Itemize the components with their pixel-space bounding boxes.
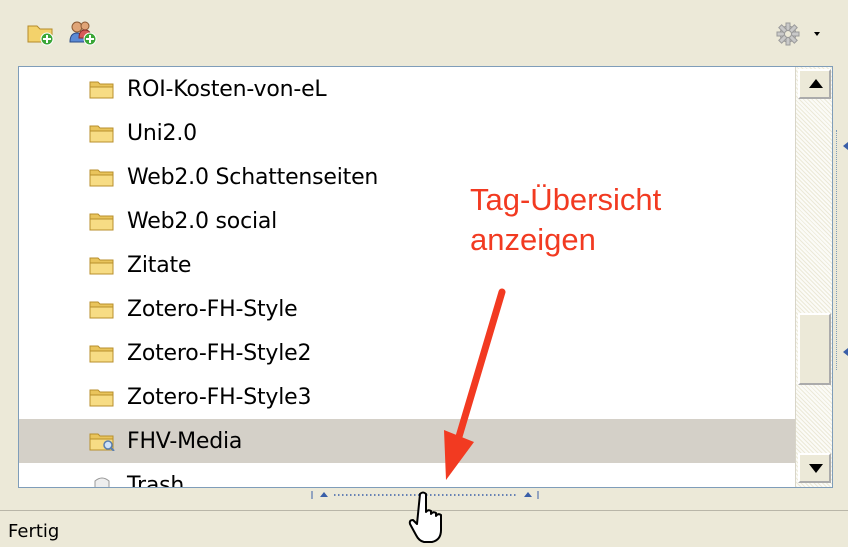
folder-icon bbox=[89, 169, 114, 187]
collection-item[interactable]: ROI-Kosten-von-eL bbox=[19, 67, 795, 111]
folder-add-icon[interactable] bbox=[26, 20, 56, 46]
scroll-up-button[interactable] bbox=[798, 69, 831, 99]
gear-icon[interactable] bbox=[776, 20, 826, 48]
folder-icon bbox=[89, 257, 114, 275]
collection-label: Trash bbox=[127, 472, 185, 488]
toolbar bbox=[0, 0, 848, 66]
annotation-line-2: anzeigen bbox=[470, 222, 596, 257]
folder-icon bbox=[89, 389, 114, 407]
collection-label: Web2.0 social bbox=[127, 208, 278, 234]
collection-item[interactable]: Zotero-FH-Style2 bbox=[19, 331, 795, 375]
collection-label: Web2.0 Schattenseiten bbox=[127, 164, 379, 190]
scrollbar-thumb[interactable] bbox=[798, 313, 831, 385]
folder-icon bbox=[89, 213, 114, 231]
vertical-scrollbar[interactable] bbox=[795, 67, 832, 487]
folder-icon bbox=[89, 81, 114, 99]
collection-label: FHV-Media bbox=[127, 428, 243, 454]
collection-label: Zotero-FH-Style3 bbox=[127, 384, 312, 410]
collection-label: Uni2.0 bbox=[127, 120, 197, 146]
collection-item[interactable]: Trash bbox=[19, 463, 795, 488]
collection-label: Zotero-FH-Style2 bbox=[127, 340, 312, 366]
annotation-callout: Tag-Übersicht anzeigen bbox=[470, 180, 661, 260]
collection-item[interactable]: Uni2.0 bbox=[19, 111, 795, 155]
collections-pane: ROI-Kosten-von-eL Uni2.0 Web2.0 Schattense… bbox=[18, 66, 833, 488]
annotation-line-1: Tag-Übersicht bbox=[470, 182, 662, 217]
folder-icon bbox=[89, 345, 114, 363]
collection-item[interactable]: Zotero-FH-Style3 bbox=[19, 375, 795, 419]
chevron-down-icon bbox=[814, 32, 820, 36]
splitter-arrows-icon bbox=[843, 142, 848, 356]
collection-item[interactable]: Web2.0 Schattenseiten bbox=[19, 155, 795, 199]
status-text: Fertig bbox=[8, 521, 60, 542]
users-add-icon[interactable] bbox=[68, 20, 98, 46]
collections-tree[interactable]: ROI-Kosten-von-eL Uni2.0 Web2.0 Schattense… bbox=[19, 67, 795, 487]
collection-item[interactable]: FHV-Media bbox=[19, 419, 795, 463]
arrow-up-icon bbox=[809, 79, 823, 88]
folder-icon bbox=[89, 125, 114, 143]
folder-icon bbox=[89, 301, 114, 319]
collection-label: Zotero-FH-Style bbox=[127, 296, 298, 322]
annotation-arrow-icon bbox=[444, 288, 506, 480]
hand-pointer-cursor-icon bbox=[408, 491, 442, 543]
collection-label: ROI-Kosten-von-eL bbox=[127, 76, 327, 102]
saved-search-folder-icon bbox=[89, 433, 115, 451]
arrow-down-icon bbox=[809, 464, 823, 473]
collection-item[interactable]: Zitate bbox=[19, 243, 795, 287]
collection-item[interactable]: Zotero-FH-Style bbox=[19, 287, 795, 331]
scroll-down-button[interactable] bbox=[798, 453, 831, 483]
collection-label: Zitate bbox=[127, 252, 192, 278]
collection-item[interactable]: Web2.0 social bbox=[19, 199, 795, 243]
pane-splitter-right[interactable] bbox=[836, 130, 848, 370]
trash-icon bbox=[94, 477, 110, 487]
